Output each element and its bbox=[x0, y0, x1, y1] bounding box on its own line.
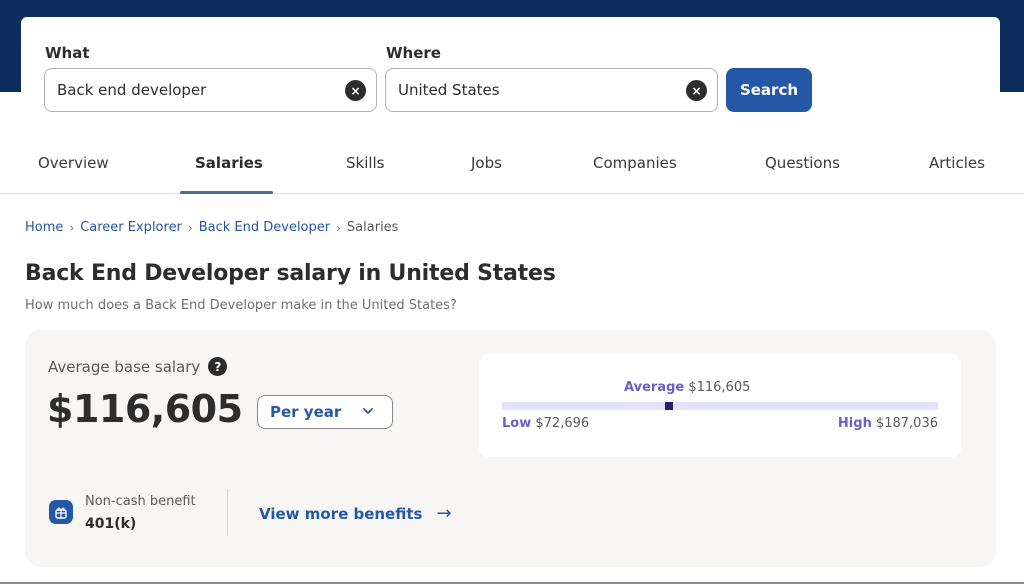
chevron-right-icon: › bbox=[69, 220, 75, 235]
breadcrumb-home[interactable]: Home bbox=[25, 220, 63, 235]
range-average-value: $116,605 bbox=[688, 380, 751, 395]
range-average: Average $116,605 bbox=[624, 380, 750, 395]
benefit-title: Non-cash benefit bbox=[85, 494, 196, 509]
breadcrumb-current: Salaries bbox=[346, 220, 399, 235]
clear-where-icon[interactable]: × bbox=[686, 80, 707, 101]
arrow-right-icon: → bbox=[436, 503, 452, 524]
active-tab-indicator bbox=[180, 191, 273, 194]
tab-companies[interactable]: Companies bbox=[593, 154, 677, 172]
search-button[interactable]: Search bbox=[726, 68, 812, 112]
tab-jobs[interactable]: Jobs bbox=[471, 154, 502, 172]
what-field[interactable]: × bbox=[44, 68, 377, 112]
average-salary-value: $116,605 bbox=[47, 387, 243, 431]
clear-what-icon[interactable]: × bbox=[345, 80, 366, 101]
salary-range-track bbox=[502, 402, 938, 410]
pay-period-value: Per year bbox=[270, 403, 342, 421]
average-base-salary-label: Average base salary ? bbox=[48, 357, 228, 376]
where-field[interactable]: × bbox=[385, 68, 718, 112]
range-high-label: High bbox=[837, 416, 872, 431]
breadcrumb-back-end-developer[interactable]: Back End Developer bbox=[199, 220, 330, 235]
average-label-text: Average base salary bbox=[48, 357, 201, 376]
breadcrumb-career-explorer[interactable]: Career Explorer bbox=[80, 220, 182, 235]
tab-overview[interactable]: Overview bbox=[38, 154, 109, 172]
where-label: Where bbox=[386, 44, 441, 62]
chevron-right-icon: › bbox=[336, 220, 341, 235]
help-icon[interactable]: ? bbox=[208, 357, 228, 376]
range-average-label: Average bbox=[624, 380, 685, 395]
chevron-right-icon: › bbox=[187, 220, 193, 235]
range-high: High $187,036 bbox=[838, 416, 938, 431]
view-more-benefits-label: View more benefits bbox=[259, 504, 423, 523]
section-tabs: Overview Salaries Skills Jobs Companies … bbox=[0, 138, 1024, 194]
range-low: Low $72,696 bbox=[502, 416, 589, 431]
range-high-value: $187,036 bbox=[875, 416, 938, 431]
view-more-benefits-link[interactable]: View more benefits → bbox=[259, 503, 452, 524]
tab-articles[interactable]: Articles bbox=[929, 154, 985, 172]
page-subtitle: How much does a Back End Developer make … bbox=[25, 298, 457, 313]
tab-skills[interactable]: Skills bbox=[346, 154, 385, 172]
range-low-label: Low bbox=[502, 416, 532, 431]
divider bbox=[227, 489, 228, 536]
range-low-value: $72,696 bbox=[535, 416, 590, 431]
tab-questions[interactable]: Questions bbox=[765, 154, 840, 172]
gift-icon bbox=[49, 500, 73, 524]
where-input[interactable] bbox=[398, 81, 670, 99]
what-label: What bbox=[45, 44, 90, 62]
pay-period-select[interactable]: Per year bbox=[257, 395, 393, 429]
breadcrumb: Home › Career Explorer › Back End Develo… bbox=[25, 220, 398, 235]
chevron-down-icon bbox=[363, 408, 373, 414]
tab-salaries[interactable]: Salaries bbox=[195, 154, 263, 172]
benefit-value: 401(k) bbox=[85, 516, 137, 532]
page-title: Back End Developer salary in United Stat… bbox=[25, 261, 556, 286]
what-input[interactable] bbox=[57, 81, 329, 99]
average-marker bbox=[665, 402, 674, 410]
